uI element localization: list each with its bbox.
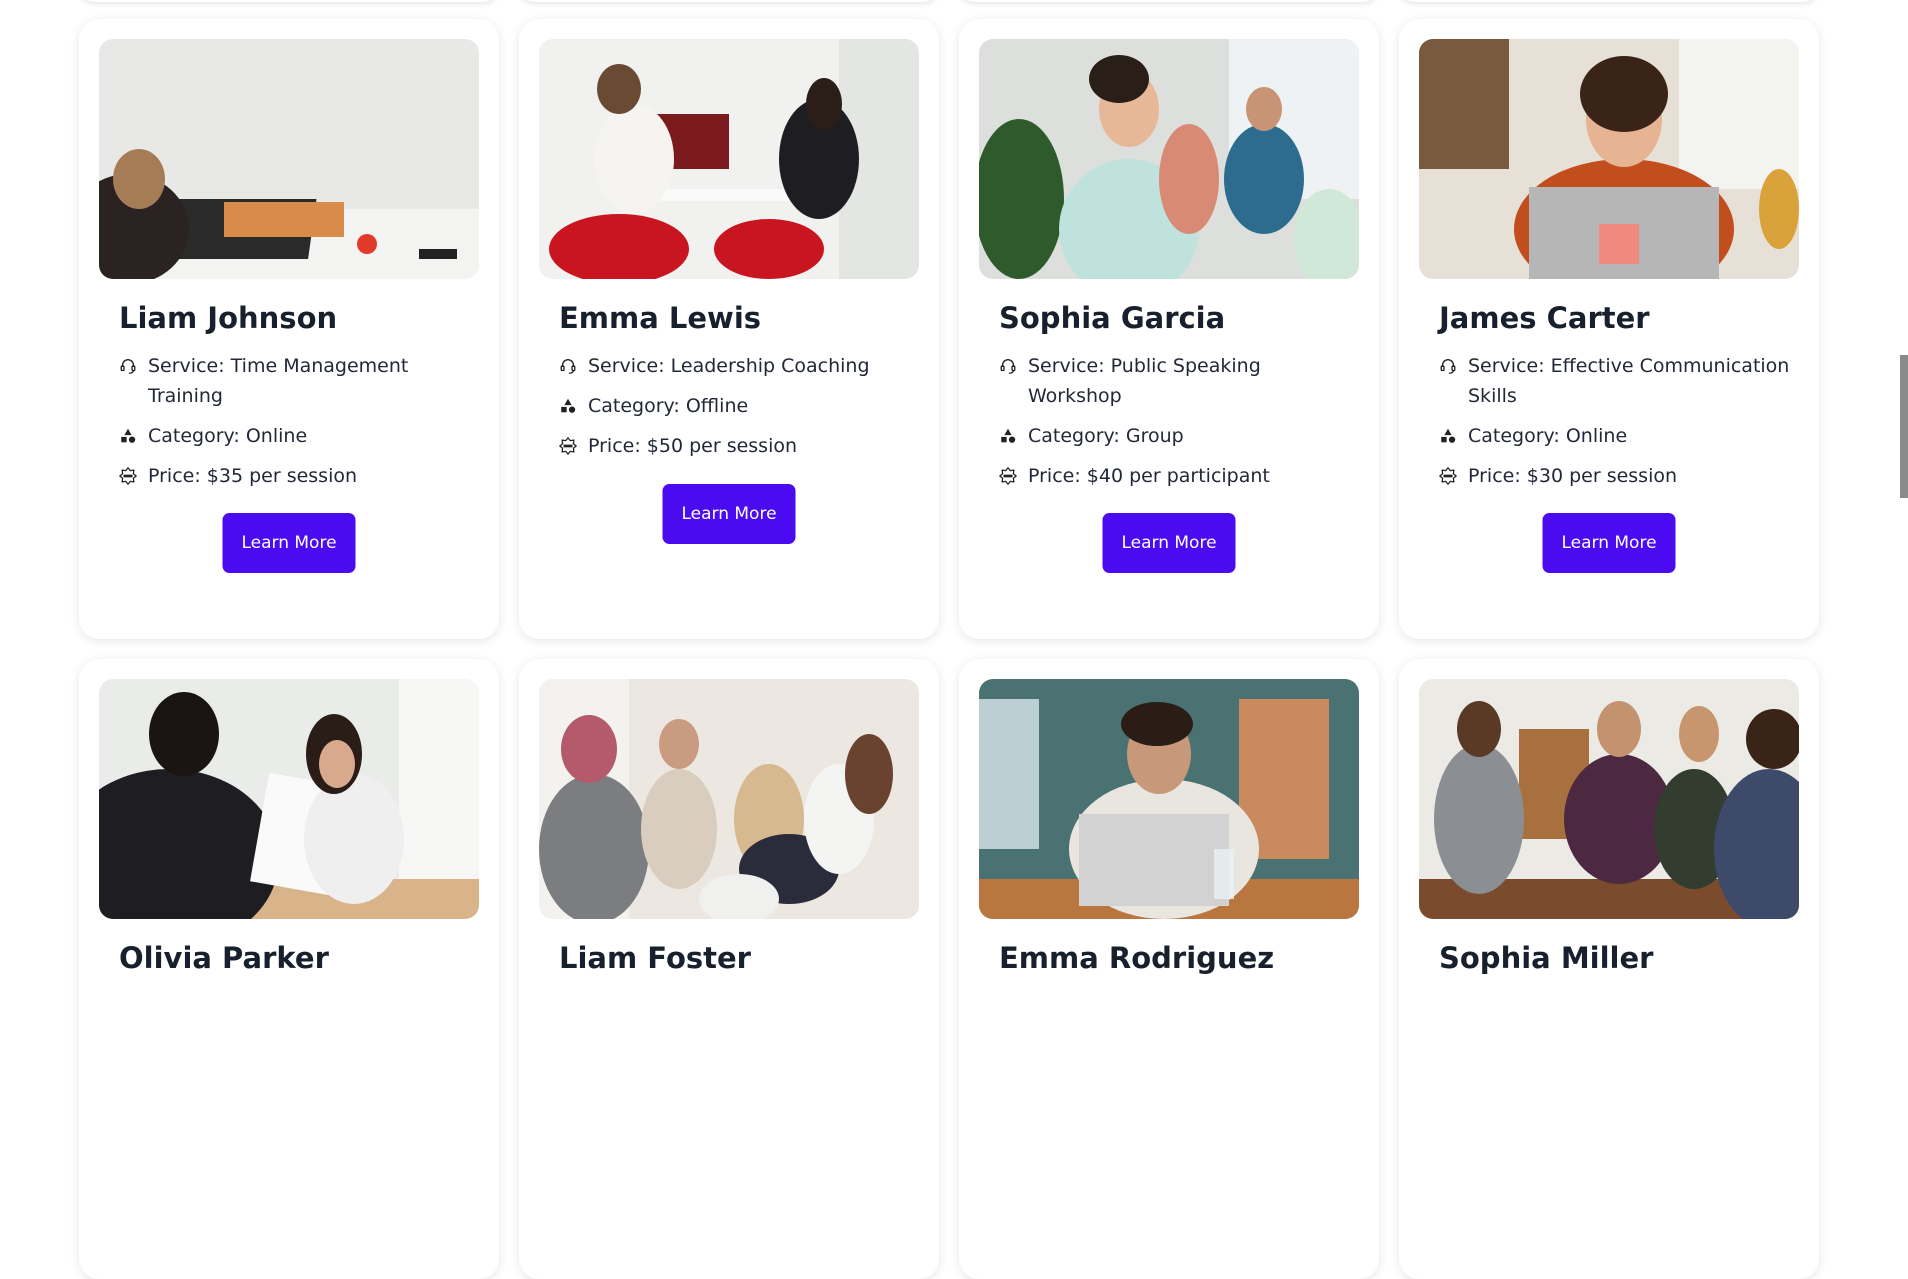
coach-details: Service: Effective Communication Skills …: [1439, 351, 1795, 501]
coach-card: Olivia Parker: [79, 659, 499, 1279]
category-text: Category: Offline: [588, 395, 749, 417]
price-row: Price: $35 per session: [119, 461, 475, 491]
coach-card: Sophia Garcia Service: Public Speaking W…: [959, 19, 1379, 639]
price-text: Price: $50 per session: [588, 435, 798, 457]
price-badge-icon: [119, 461, 139, 491]
coach-photo: [1419, 679, 1799, 919]
headset-icon: [559, 351, 579, 381]
price-text: Price: $35 per session: [148, 465, 358, 487]
service-text: Service: Effective Communication Skills: [1468, 355, 1790, 407]
service-row: Service: Time Management Training: [119, 351, 475, 411]
service-text: Service: Time Management Training: [148, 355, 409, 407]
coach-name: Sophia Miller: [1439, 941, 1654, 975]
service-row: Service: Effective Communication Skills: [1439, 351, 1795, 411]
page-scrollbar-thumb[interactable]: [1900, 355, 1908, 498]
coach-details: Service: Leadership Coaching Category: O…: [559, 351, 915, 471]
coach-name: Liam Johnson: [119, 301, 338, 335]
category-row: Category: Online: [119, 421, 475, 451]
coach-name: Emma Rodriguez: [999, 941, 1275, 975]
coach-card: Emma Lewis Service: Leadership Coaching …: [519, 19, 939, 639]
coach-details: Service: Public Speaking Workshop Catego…: [999, 351, 1355, 501]
learn-more-button[interactable]: Learn More: [1102, 513, 1236, 573]
headset-icon: [999, 351, 1019, 381]
coach-name: Liam Foster: [559, 941, 751, 975]
coach-photo: [1419, 39, 1799, 279]
coach-name: Olivia Parker: [119, 941, 329, 975]
price-text: Price: $40 per participant: [1028, 465, 1270, 487]
category-text: Category: Online: [148, 425, 308, 447]
price-row: Price: $30 per session: [1439, 461, 1795, 491]
price-badge-icon: [1439, 461, 1459, 491]
price-row: Price: $50 per session: [559, 431, 915, 461]
coach-photo: [979, 39, 1359, 279]
coach-card: James Carter Service: Effective Communic…: [1399, 19, 1819, 639]
previous-row-card-edges: [79, 0, 1819, 2]
category-row: Category: Offline: [559, 391, 915, 421]
coach-details: Service: Time Management Training Catego…: [119, 351, 475, 501]
service-text: Service: Leadership Coaching: [588, 355, 870, 377]
shapes-icon: [999, 421, 1019, 451]
coach-photo: [99, 679, 479, 919]
shapes-icon: [1439, 421, 1459, 451]
headset-icon: [119, 351, 139, 381]
coach-name: Emma Lewis: [559, 301, 762, 335]
coach-card: Emma Rodriguez: [959, 659, 1379, 1279]
category-row: Category: Online: [1439, 421, 1795, 451]
service-row: Service: Public Speaking Workshop: [999, 351, 1355, 411]
headset-icon: [1439, 351, 1459, 381]
coach-card: Liam Foster: [519, 659, 939, 1279]
price-row: Price: $40 per participant: [999, 461, 1355, 491]
price-badge-icon: [999, 461, 1019, 491]
coach-card: Liam Johnson Service: Time Management Tr…: [79, 19, 499, 639]
coach-photo: [539, 679, 919, 919]
learn-more-button[interactable]: Learn More: [222, 513, 356, 573]
learn-more-button[interactable]: Learn More: [1542, 513, 1676, 573]
price-text: Price: $30 per session: [1468, 465, 1678, 487]
price-badge-icon: [559, 431, 579, 461]
learn-more-button[interactable]: Learn More: [662, 484, 796, 544]
service-row: Service: Leadership Coaching: [559, 351, 915, 381]
coach-name: James Carter: [1439, 301, 1650, 335]
coach-card-grid: Liam Johnson Service: Time Management Tr…: [79, 19, 1819, 1279]
coach-photo: [99, 39, 479, 279]
category-text: Category: Online: [1468, 425, 1628, 447]
coach-card: Sophia Miller: [1399, 659, 1819, 1279]
service-text: Service: Public Speaking Workshop: [1028, 355, 1261, 407]
category-text: Category: Group: [1028, 425, 1184, 447]
coach-photo: [979, 679, 1359, 919]
category-row: Category: Group: [999, 421, 1355, 451]
shapes-icon: [559, 391, 579, 421]
coach-photo: [539, 39, 919, 279]
coach-name: Sophia Garcia: [999, 301, 1226, 335]
shapes-icon: [119, 421, 139, 451]
